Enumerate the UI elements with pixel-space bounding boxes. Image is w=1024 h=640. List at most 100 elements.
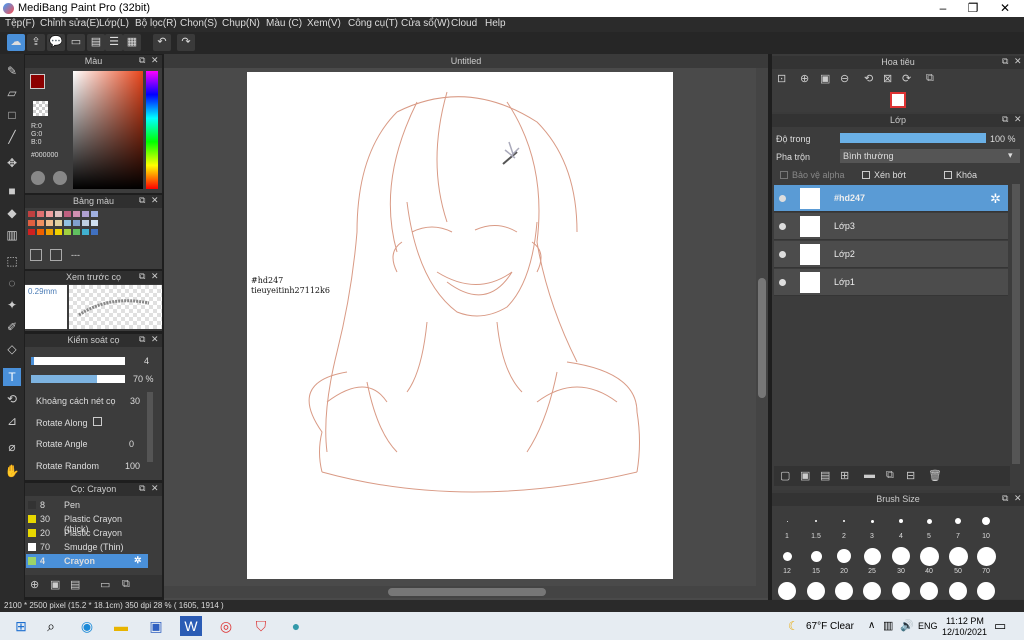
divide-tool-icon[interactable]: ⊿ <box>3 412 21 430</box>
popout-icon[interactable]: ⧉ <box>1002 56 1008 67</box>
brush-size-dot[interactable] <box>815 520 817 522</box>
brush-size-dot[interactable] <box>920 582 938 600</box>
hue-slider[interactable] <box>146 71 158 189</box>
close-panel-icon[interactable]: ✕ <box>151 334 159 345</box>
layer-list-scrollbar[interactable] <box>1012 184 1020 464</box>
rotate-left-icon[interactable]: ⟲ <box>864 72 873 85</box>
operation-tool-icon[interactable]: ⟲ <box>3 390 21 408</box>
undo-icon[interactable]: ↶ <box>153 34 171 51</box>
zoom-actual-icon[interactable]: ▣ <box>820 72 830 85</box>
menu-edit[interactable]: Chỉnh sửa(E) <box>40 18 100 29</box>
protect-alpha-checkbox[interactable] <box>780 171 788 179</box>
menu-color[interactable]: Màu (C) <box>266 18 302 29</box>
grid-icon[interactable]: ▦ <box>123 34 141 51</box>
comment-icon[interactable]: 💬 <box>47 34 65 51</box>
layer-row[interactable]: Lớp3 <box>774 213 1008 240</box>
duplicate-layer-icon[interactable]: ⧉ <box>886 469 894 482</box>
brush-size-dot[interactable] <box>919 546 939 566</box>
flip-icon[interactable]: ⧉ <box>926 72 934 85</box>
brush-size-dot[interactable] <box>778 582 796 600</box>
clock-date[interactable]: 12/10/2021 <box>942 627 987 637</box>
brush-list-item[interactable]: 8 Pen <box>26 498 148 512</box>
new-layer-1bit-icon[interactable]: ▤ <box>820 469 830 482</box>
layer-row[interactable]: Lớp1 <box>774 269 1008 296</box>
file-explorer-icon[interactable]: ▬ <box>110 616 132 636</box>
layer-row-selected[interactable]: #hd247 ✲ <box>774 185 1008 212</box>
brush-size-dot[interactable] <box>899 519 903 523</box>
brush-opacity-slider[interactable] <box>31 375 125 383</box>
add-layer-menu-icon[interactable]: ⊞ <box>840 469 849 482</box>
palette-swatch[interactable] <box>37 229 44 235</box>
brush-size-dot[interactable] <box>949 582 967 600</box>
eyedropper-tool-icon[interactable]: ⌀ <box>3 438 21 456</box>
zoom-in-icon[interactable]: ⊕ <box>800 72 809 85</box>
palette-swatch[interactable] <box>55 229 62 235</box>
menu-view[interactable]: Xem(V) <box>307 18 341 29</box>
windows-start-icon[interactable]: ⊞ <box>10 616 32 636</box>
menu-select[interactable]: Chọn(S) <box>180 18 217 29</box>
palette-swatch[interactable] <box>82 220 89 226</box>
blend-mode-select[interactable]: Bình thường ▾ <box>840 149 1020 163</box>
palette-swatch[interactable] <box>28 211 35 217</box>
brush-size-dot[interactable] <box>982 517 990 525</box>
select-pen-icon[interactable]: ✐ <box>3 318 21 336</box>
brush-size-dot[interactable] <box>870 519 874 523</box>
menu-file[interactable]: Tệp(F) <box>5 18 35 29</box>
fill-rect-tool-icon[interactable]: ■ <box>3 182 21 200</box>
close-panel-icon[interactable]: ✕ <box>151 55 159 66</box>
popout-icon[interactable]: ⧉ <box>139 334 145 345</box>
palette-swatch[interactable] <box>91 220 98 226</box>
popout-icon[interactable]: ⧉ <box>139 271 145 282</box>
menu-filter[interactable]: Bộ lọc(R) <box>135 18 177 29</box>
close-panel-icon[interactable]: ✕ <box>151 195 159 206</box>
brush-size-dot[interactable] <box>977 582 995 600</box>
brush-control-scrollbar[interactable] <box>147 392 153 462</box>
delete-layer-icon[interactable]: 🗑 <box>928 469 942 482</box>
palette-swatch[interactable] <box>73 229 80 235</box>
brush-size-dot[interactable] <box>782 551 792 561</box>
magic-wand-icon[interactable]: ✦ <box>3 296 21 314</box>
brush-list-item[interactable]: 30 Plastic Crayon (thick) <box>26 512 148 534</box>
palette-swatch[interactable] <box>37 220 44 226</box>
brush-size-dot[interactable] <box>955 518 961 524</box>
new-layer-icon[interactable]: ▢ <box>780 469 790 482</box>
fit-screen-icon[interactable]: ⊠ <box>883 72 892 85</box>
cloud-icon[interactable]: ☁ <box>7 34 25 51</box>
eraser-tool-icon[interactable]: ▱ <box>3 84 21 102</box>
palette-swatch[interactable] <box>46 220 53 226</box>
new-palette-icon[interactable] <box>30 249 42 261</box>
rect-tool-icon[interactable]: □ <box>3 106 21 124</box>
gear-icon[interactable]: ✲ <box>134 555 142 566</box>
brush-size-dot[interactable] <box>786 520 788 522</box>
select-tool-icon[interactable]: ⬚ <box>3 252 21 270</box>
brush-tool-icon[interactable]: ✎ <box>3 62 21 80</box>
palette-swatch[interactable] <box>64 220 71 226</box>
navigator-thumbnail[interactable] <box>890 92 906 108</box>
close-button[interactable]: ✕ <box>990 0 1020 17</box>
brush-size-dot[interactable] <box>843 520 845 522</box>
hand-tool-icon[interactable]: ✋ <box>3 462 21 480</box>
palette-swatches[interactable] <box>28 211 140 241</box>
page-icon[interactable]: ▤ <box>87 34 105 51</box>
color-picker-icon[interactable] <box>53 171 67 185</box>
zoom-fit-icon[interactable]: ⊡ <box>777 72 786 85</box>
brush-size-dot[interactable] <box>837 549 851 563</box>
volume-icon[interactable]: 🔊 <box>900 619 914 632</box>
network-icon[interactable]: ▥ <box>883 619 893 632</box>
sub-color-swatch[interactable] <box>33 101 48 116</box>
brush-size-dot[interactable] <box>810 550 822 562</box>
move-tool-icon[interactable]: ✥ <box>3 154 21 172</box>
folder-icon[interactable]: ▬ <box>864 469 875 481</box>
eye-icon[interactable] <box>779 223 786 230</box>
new-layer-8bit-icon[interactable]: ▣ <box>800 469 810 482</box>
brush-size-dot[interactable] <box>892 547 910 565</box>
close-panel-icon[interactable]: ✕ <box>1014 114 1022 125</box>
speech-icon[interactable]: ▭ <box>67 34 85 51</box>
delete-palette-icon[interactable] <box>50 249 62 261</box>
brush-copy-icon[interactable]: ▤ <box>70 578 80 591</box>
brush-size-grid[interactable]: 1 1.5 2 3 4 5 7 10 12 15 20 25 30 40 50 70 <box>772 507 1012 600</box>
brush-list-item[interactable]: 20 Plastic Crayon <box>26 526 148 540</box>
word-icon[interactable]: W <box>180 616 202 636</box>
brush-size-dot[interactable] <box>892 582 910 600</box>
gear-icon[interactable]: ✲ <box>990 191 1001 207</box>
